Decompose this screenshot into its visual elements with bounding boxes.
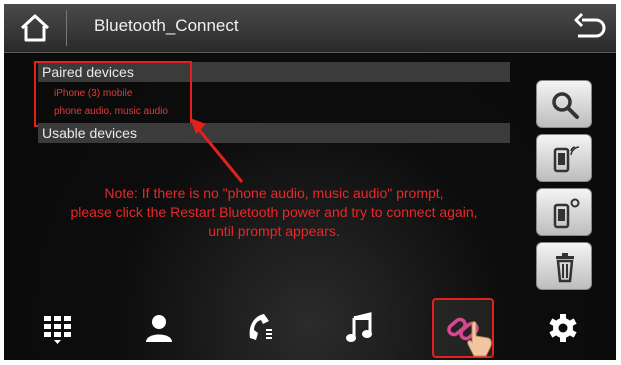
gear-icon[interactable] (545, 310, 581, 346)
highlight-box (34, 61, 192, 127)
phone-settings-icon (553, 198, 580, 229)
note-line-2: please click the Restart Bluetooth power… (70, 204, 478, 220)
page-title: Bluetooth_Connect (94, 16, 239, 35)
contacts-icon[interactable] (141, 310, 177, 346)
phone-bluetooth-icon (553, 146, 580, 173)
search-icon (552, 92, 579, 119)
annotation-arrow (190, 118, 244, 183)
note-line-3: until prompt appears. (208, 223, 340, 239)
usable-devices-header: Usable devices (38, 123, 510, 143)
phone-settings-button[interactable] (536, 188, 592, 236)
background (4, 4, 616, 360)
note-text: Note: If there is no "phone audio, music… (4, 184, 544, 241)
divider (66, 10, 67, 46)
connect-button[interactable] (432, 298, 494, 358)
back-arrow-icon[interactable] (570, 12, 608, 44)
music-note-icon[interactable] (342, 310, 378, 346)
hand-pointer-icon (467, 321, 492, 357)
call-log-icon[interactable] (242, 310, 278, 346)
search-button[interactable] (536, 80, 592, 128)
delete-button[interactable] (536, 242, 592, 290)
discoverable-button[interactable] (536, 134, 592, 182)
title-bar: Bluetooth_Connect (4, 4, 616, 53)
note-line-1: Note: If there is no "phone audio, music… (104, 185, 444, 201)
screen: Bluetooth_Connect Paired devices iPhone … (4, 4, 616, 360)
home-icon[interactable] (18, 12, 52, 44)
dialpad-icon[interactable] (40, 310, 76, 346)
trash-icon (556, 253, 574, 283)
